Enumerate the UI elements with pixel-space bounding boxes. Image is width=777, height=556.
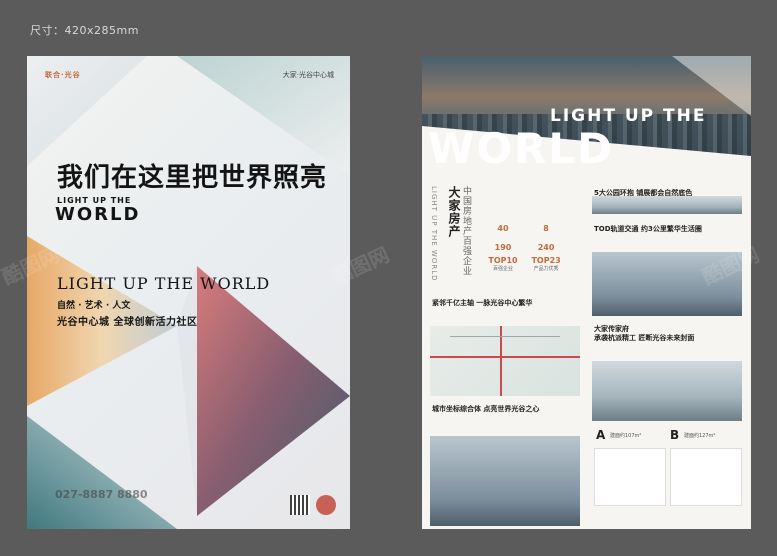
heading-tod: TOD轨道交通 约3公里繁华生活圈 <box>594 225 702 233</box>
stat-item: 240 <box>537 243 555 252</box>
logo-right: 大家·光谷中心城 <box>282 71 334 79</box>
sub-world: WORLD <box>55 204 141 225</box>
tag-nature-art: 自然 · 艺术 · 人文 <box>57 301 131 311</box>
heading-city: 城市坐标综合体 点亮世界光谷之心 <box>432 405 540 413</box>
stats-grid: 40 8 190 240 TOP10 百强企业 TOP23 产品力优秀 <box>484 216 604 274</box>
vertical-light: LIGHT UP THE WORLD <box>430 186 438 282</box>
qr-code <box>316 495 336 515</box>
floor-plan-b <box>670 448 742 506</box>
tag-community: 光谷中心城 全球创新活力社区 <box>57 317 198 328</box>
stat-item: 190 <box>494 243 512 252</box>
phone-number: 027-8887 8880 <box>55 488 148 501</box>
plan-b-label: B <box>670 428 680 442</box>
stat-item: TOP23 产品力优秀 <box>531 256 561 272</box>
stat-item: TOP10 百强企业 <box>488 256 518 272</box>
building-photo <box>592 361 742 421</box>
plan-a-label: A <box>596 428 606 442</box>
vertical-brand-sub: 中国房地产百强企业 <box>461 186 471 276</box>
plan-a-caption: 建面约107m² <box>610 433 642 439</box>
stat-item: 8 <box>543 224 549 233</box>
poster-left: 联合·光谷 大家·光谷中心城 我们在这里把世界照亮 LIGHT UP THE W… <box>27 56 350 529</box>
qr-code <box>290 495 310 515</box>
floor-plan-a <box>594 448 666 506</box>
poster-right: LIGHT UP THE WORLD LIGHT UP THE WORLD 大家… <box>422 56 751 529</box>
logo-left: 联合·光谷 <box>45 71 81 79</box>
plan-b-caption: 建面约127m² <box>684 433 716 439</box>
headline: 我们在这里把世界照亮 <box>57 163 328 193</box>
park-photo <box>592 196 742 214</box>
heading-build-sub: 承袭杭派精工 匠断光谷未来封面 <box>594 334 695 342</box>
size-label: 尺寸：420x285mm <box>30 24 139 37</box>
light-world-tagline: LIGHT UP THE WORLD <box>57 274 271 293</box>
stat-item: 40 <box>497 224 509 233</box>
world-title: WORLD <box>428 124 614 173</box>
light-up-title: LIGHT UP THE <box>550 106 707 126</box>
location-map <box>430 326 580 396</box>
heading-center: 紧邻千亿主轴 一脉光谷中心繁华 <box>432 299 533 307</box>
complex-render <box>430 436 580 526</box>
